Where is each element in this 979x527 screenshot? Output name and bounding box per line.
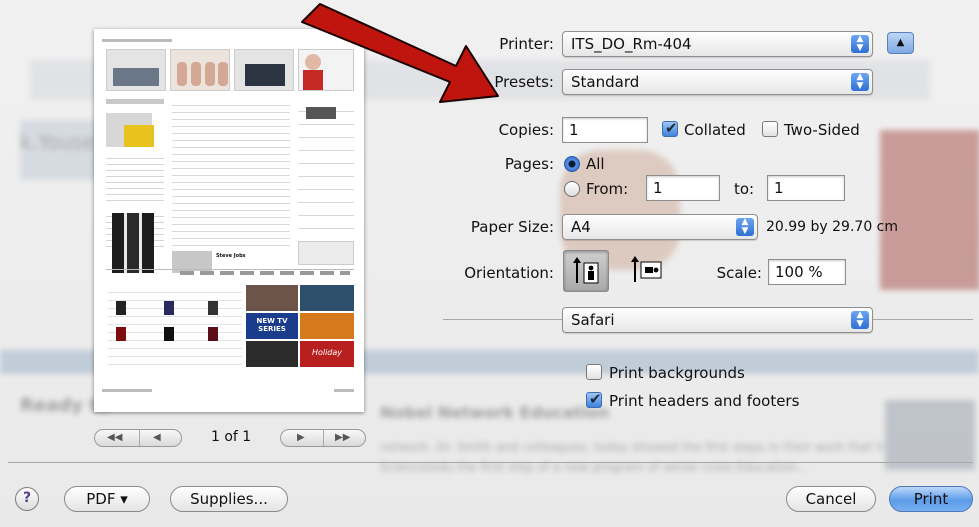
scale-value: 100 % (775, 263, 823, 281)
preview-banner-1 (106, 49, 166, 91)
print-button-label: Print (913, 490, 949, 508)
scale-label: Scale: (716, 264, 762, 282)
print-backgrounds-checkbox[interactable] (586, 364, 602, 380)
preview-tile-1 (246, 285, 298, 311)
print-button[interactable]: Print (889, 486, 973, 512)
preview-tile-6: Holiday (300, 341, 354, 367)
pages-to-value: 1 (774, 179, 784, 197)
print-headers-footers-checkbox[interactable] (586, 390, 602, 408)
orientation-landscape-button[interactable] (623, 250, 669, 292)
prev-page-button[interactable]: ◀ (153, 432, 161, 443)
scale-field[interactable]: 100 % (768, 259, 846, 285)
paper-size-label: Paper Size: (470, 218, 554, 236)
preview-tile-caption-2: Holiday (311, 348, 343, 357)
copies-field[interactable]: 1 (562, 117, 648, 143)
page-nav-forward: ▶ ▶▶ (280, 429, 366, 447)
app-section-popup[interactable]: Safari ▲ ▼ (562, 307, 873, 333)
popup-arrows-icon: ▲ ▼ (851, 311, 869, 329)
print-headers-footers-label: Print headers and footers (609, 392, 800, 410)
print-backgrounds-label: Print backgrounds (609, 364, 745, 382)
next-page-button[interactable]: ▶ (297, 432, 305, 443)
footer-divider (8, 462, 973, 463)
app-section-value: Safari (571, 311, 615, 329)
ghost-article-excerpt: network. Dr. Smith and colleagues, today… (380, 440, 898, 454)
cancel-button-label: Cancel (805, 490, 857, 508)
first-page-button[interactable]: ◀◀ (107, 432, 122, 443)
paper-size-popup[interactable]: A4 ▲ ▼ (562, 214, 758, 240)
pages-from-radio[interactable] (564, 181, 580, 197)
preview-promo-title: Steve Jobs (216, 253, 246, 259)
ghost-article-title: Nobel Network Education (380, 403, 610, 422)
popup-arrows-icon: ▲ ▼ (851, 35, 869, 53)
presets-value: Standard (571, 73, 640, 91)
landscape-orientation-icon (631, 256, 662, 282)
disclosure-up-icon: ▲ (896, 37, 905, 48)
pages-to-label: to: (734, 180, 755, 198)
print-dialog: k.Youse Ready to Nobel Network Education… (0, 0, 979, 527)
cancel-button[interactable]: Cancel (786, 486, 876, 512)
collapse-details-button[interactable]: ▲ (887, 32, 914, 54)
two-sided-checkbox[interactable] (762, 121, 778, 137)
help-icon: ? (22, 490, 32, 506)
copies-label: Copies: (498, 121, 554, 139)
paper-size-value: A4 (571, 218, 591, 236)
ghost-left-heading: k.Youse (20, 130, 96, 154)
collated-checkbox[interactable] (662, 119, 678, 137)
printer-popup[interactable]: ITS_DO_Rm-404 ▲ ▼ (562, 31, 873, 57)
supplies-button[interactable]: Supplies... (170, 486, 288, 512)
preview-banner-3 (234, 49, 294, 91)
red-arrow-icon (301, 3, 499, 103)
pages-from-field[interactable]: 1 (646, 175, 720, 201)
portrait-orientation-icon (573, 257, 599, 284)
copies-value: 1 (569, 121, 579, 139)
two-sided-label: Two-Sided (784, 121, 860, 139)
last-page-button[interactable]: ▶▶ (335, 432, 350, 443)
pdf-button-label: PDF ▾ (86, 490, 128, 508)
popup-arrows-icon: ▲ ▼ (851, 73, 869, 91)
presets-popup[interactable]: Standard ▲ ▼ (562, 69, 873, 95)
orientation-portrait-button[interactable] (563, 250, 609, 292)
pages-from-value: 1 (653, 179, 663, 197)
preview-tile-5 (246, 341, 298, 367)
help-button[interactable]: ? (15, 487, 39, 511)
paper-dimensions: 20.99 by 29.70 cm (766, 219, 899, 235)
pages-to-field[interactable]: 1 (767, 175, 845, 201)
page-nav-back: ◀◀ ◀ (94, 429, 182, 447)
page-indicator: 1 of 1 (211, 429, 252, 445)
preview-tile-2 (300, 285, 354, 311)
printer-value: ITS_DO_Rm-404 (571, 35, 692, 53)
orientation-label: Orientation: (464, 264, 554, 282)
popup-arrows-icon: ▲ ▼ (736, 218, 754, 236)
preview-tile-3: NEW TV SERIES (246, 313, 298, 339)
preview-tile-caption: NEW TV SERIES (256, 317, 288, 333)
pages-all-label: All (586, 155, 605, 173)
pages-label: Pages: (504, 155, 554, 173)
pages-from-label: From: (586, 180, 629, 198)
pdf-menu-button[interactable]: PDF ▾ (64, 486, 150, 512)
preview-banner-2 (170, 49, 230, 91)
supplies-button-label: Supplies... (190, 490, 268, 508)
preview-tile-4 (300, 313, 354, 339)
collated-label: Collated (684, 121, 746, 139)
pages-all-radio[interactable] (564, 156, 580, 172)
